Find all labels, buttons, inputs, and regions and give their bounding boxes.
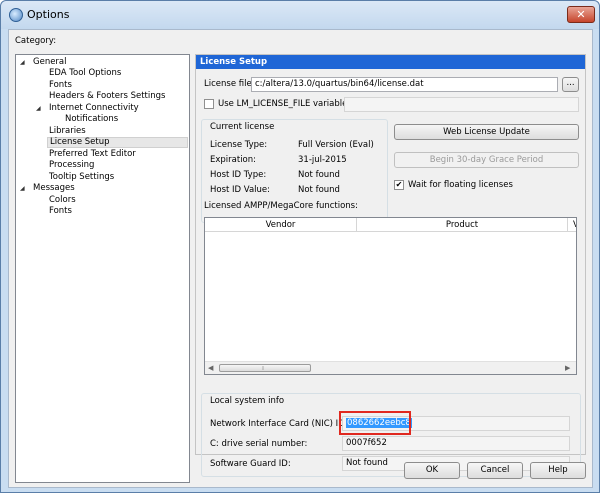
category-tree[interactable]: ◢ General EDA Tool Options Fonts Headers… [15, 54, 190, 483]
grace-period-button[interactable]: Begin 30-day Grace Period [394, 152, 579, 168]
license-type-value: Full Version (Eval) [298, 140, 374, 150]
expiration-value: 31-jul-2015 [298, 155, 347, 165]
tree-item-headers-footers[interactable]: Headers & Footers Settings [47, 91, 167, 102]
scroll-thumb[interactable]: ⦙⦙ [219, 364, 311, 372]
host-id-value-value: Not found [298, 185, 340, 195]
license-type-label: License Type: [210, 140, 268, 150]
host-id-type-value: Not found [298, 170, 340, 180]
column-vendor[interactable]: Vendor [205, 218, 357, 232]
tree-item-eda-tool-options[interactable]: EDA Tool Options [47, 68, 123, 79]
nic-label: Network Interface Card (NIC) ID: [210, 419, 348, 429]
expand-internet-icon[interactable]: ◢ [36, 105, 41, 112]
options-window: Options ✕ Category: ◢ General EDA Tool O… [0, 0, 600, 493]
current-license-title: Current license [210, 122, 275, 132]
host-id-type-label: Host ID Type: [210, 170, 267, 180]
red-highlight-box [339, 411, 411, 435]
tree-item-messages[interactable]: Messages [31, 183, 77, 194]
help-button[interactable]: Help [530, 462, 586, 479]
use-env-checkbox[interactable] [204, 99, 214, 109]
tree-item-internet-connectivity[interactable]: Internet Connectivity [47, 103, 141, 114]
license-file-input[interactable]: c:/altera/13.0/quartus/bin64/license.dat [251, 77, 558, 92]
scroll-left-icon[interactable]: ◀ [208, 364, 213, 372]
env-variable-input [344, 97, 579, 112]
expand-messages-icon[interactable]: ◢ [20, 185, 25, 192]
tree-item-preferred-text-editor[interactable]: Preferred Text Editor [47, 149, 138, 160]
tree-item-fonts[interactable]: Fonts [47, 80, 74, 91]
tree-item-license-setup[interactable]: License Setup [47, 137, 188, 148]
app-icon [9, 8, 23, 22]
drive-serial-field[interactable]: 0007f652 [342, 436, 570, 451]
ampp-label: Licensed AMPP/MegaCore functions: [204, 201, 358, 211]
local-info-title: Local system info [210, 396, 285, 406]
wait-floating-label: Wait for floating licenses [408, 180, 513, 190]
close-button[interactable]: ✕ [567, 6, 595, 23]
license-file-label: License file: [204, 79, 255, 89]
license-setup-panel: License Setup License file: c:/altera/13… [195, 54, 586, 477]
tree-item-tooltip-settings[interactable]: Tooltip Settings [47, 172, 116, 183]
tree-item-messages-fonts[interactable]: Fonts [47, 206, 74, 217]
use-env-label: Use LM_LICENSE_FILE variable: [218, 99, 351, 109]
tree-item-colors[interactable]: Colors [47, 195, 78, 206]
tree-item-libraries[interactable]: Libraries [47, 126, 88, 137]
tree-item-notifications[interactable]: Notifications [63, 114, 120, 125]
expiration-label: Expiration: [210, 155, 257, 165]
scroll-right-icon[interactable]: ▶ [565, 364, 570, 372]
ampp-table[interactable]: Vendor Product V ◀ ⦙⦙ ▶ [204, 217, 577, 375]
cancel-button[interactable]: Cancel [467, 462, 523, 479]
category-label: Category: [15, 36, 57, 46]
column-product[interactable]: Product [357, 218, 568, 232]
host-id-value-label: Host ID Value: [210, 185, 271, 195]
web-license-update-button[interactable]: Web License Update [394, 124, 579, 140]
window-title: Options [27, 8, 70, 21]
grip-icon: ⦙⦙ [262, 366, 265, 372]
ok-button[interactable]: OK [404, 462, 460, 479]
title-bar[interactable]: Options ✕ [1, 1, 599, 29]
browse-button[interactable]: ... [562, 77, 579, 92]
drive-serial-label: C: drive serial number: [210, 439, 308, 449]
software-guard-label: Software Guard ID: [210, 459, 291, 469]
column-version[interactable]: V [568, 218, 576, 232]
horizontal-scrollbar[interactable]: ◀ ⦙⦙ ▶ [205, 361, 576, 374]
tree-item-processing[interactable]: Processing [47, 160, 96, 171]
panel-header: License Setup [196, 55, 585, 69]
wait-floating-checkbox[interactable]: ✔ [394, 180, 404, 190]
dialog-body: Category: ◢ General EDA Tool Options Fon… [8, 29, 593, 488]
tree-item-general[interactable]: General [31, 57, 69, 68]
expand-general-icon[interactable]: ◢ [20, 59, 25, 66]
